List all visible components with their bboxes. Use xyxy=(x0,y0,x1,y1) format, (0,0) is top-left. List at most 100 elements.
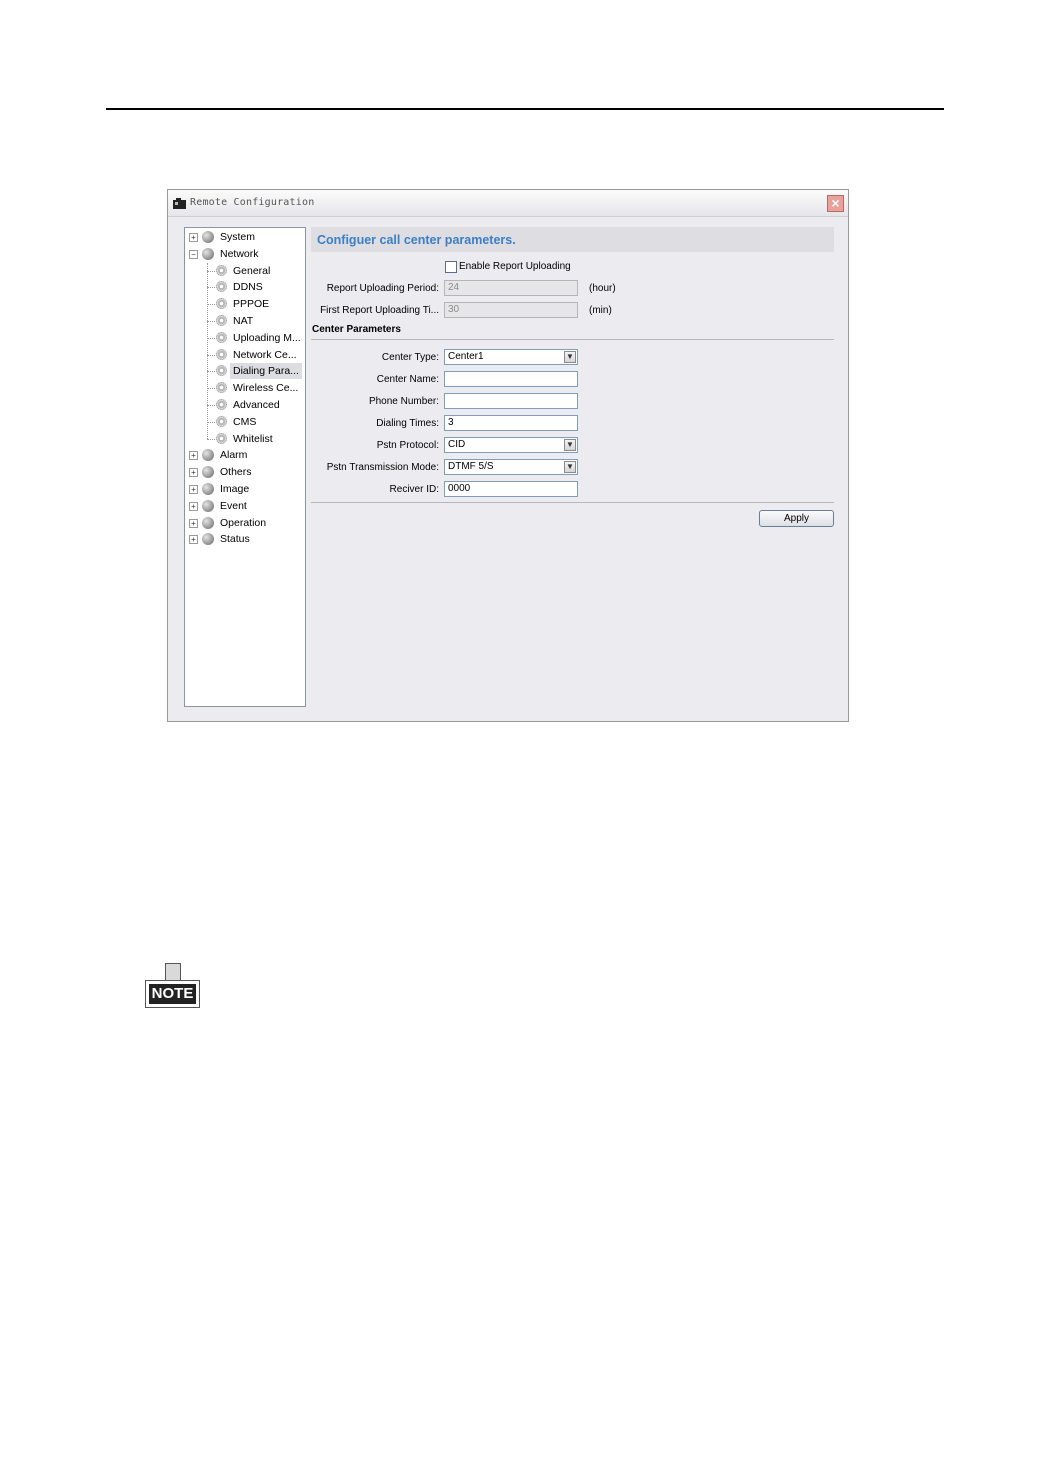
remote-configuration-window: Remote Configuration × + System − Network Ge… xyxy=(167,189,849,722)
note-badge: NOTE xyxy=(145,980,200,1008)
tree-item-label: Event xyxy=(220,499,247,512)
expand-icon[interactable]: + xyxy=(189,233,198,242)
dialing-times-input[interactable]: 3 xyxy=(444,415,578,431)
tree-item-label: Uploading M... xyxy=(233,331,301,344)
tree-item-label: General xyxy=(233,264,271,277)
center-type-select[interactable]: Center1 ▼ xyxy=(444,349,578,365)
expand-icon[interactable]: + xyxy=(189,468,198,478)
page-header-rule xyxy=(106,108,944,110)
pstn-mode-select[interactable]: DTMF 5/S ▼ xyxy=(444,459,578,475)
center-name-input[interactable] xyxy=(444,371,578,387)
tree-item-whitelist[interactable]: Whitelist xyxy=(185,431,303,447)
tree-item-alarm[interactable]: + Alarm xyxy=(185,447,303,463)
close-icon: × xyxy=(831,195,840,211)
globe-icon xyxy=(202,499,214,512)
tree-item-dialing-para[interactable]: Dialing Para... xyxy=(185,363,303,380)
expand-icon[interactable]: + xyxy=(189,501,198,511)
tree-item-label: Whitelist xyxy=(233,432,273,445)
center-name-label: Center Name: xyxy=(376,374,439,385)
tree-item-nat[interactable]: NAT xyxy=(185,313,303,329)
expand-icon[interactable]: + xyxy=(189,535,198,545)
tree-item-operation[interactable]: + Operation xyxy=(185,515,303,531)
config-tree: + System − Network General DDNS PPPOE NAT Upload… xyxy=(184,227,306,707)
tree-item-status[interactable]: + Status xyxy=(185,531,303,547)
tree-branch-line xyxy=(207,304,215,306)
tree-item-system[interactable]: + System xyxy=(185,229,303,245)
reciver-id-input[interactable]: 0000 xyxy=(444,481,578,497)
expand-icon[interactable]: + xyxy=(189,485,198,494)
tree-item-label: Alarm xyxy=(220,449,248,462)
chevron-down-icon[interactable]: ▼ xyxy=(564,461,576,473)
tree-item-label: NAT xyxy=(233,315,254,327)
reciver-id-label: Reciver ID: xyxy=(389,484,439,495)
panel-header: Configuer call center parameters. xyxy=(311,227,834,252)
tree-item-others[interactable]: + Others xyxy=(185,464,303,480)
enable-report-uploading-checkbox[interactable] xyxy=(445,261,457,273)
apply-button[interactable]: Apply xyxy=(759,510,834,527)
tree-branch-line xyxy=(207,438,215,440)
tree-branch-line xyxy=(207,388,215,390)
tree-item-label: Dialing Para... xyxy=(230,363,302,380)
dialing-parameters-panel: Configuer call center parameters. Enable… xyxy=(311,227,834,707)
first-report-field: 30 xyxy=(444,302,578,318)
tree-item-wireless-ce[interactable]: Wireless Ce... xyxy=(185,380,303,396)
window-titlebar[interactable]: Remote Configuration × xyxy=(168,190,848,217)
tree-branch-line xyxy=(207,421,215,423)
center-type-value: Center1 xyxy=(448,351,484,362)
tree-item-cms[interactable]: CMS xyxy=(185,414,303,430)
report-period-field: 24 xyxy=(444,280,578,296)
tree-item-uploading-m[interactable]: Uploading M... xyxy=(185,330,303,346)
globe-icon xyxy=(202,483,214,495)
pstn-protocol-value: CID xyxy=(448,439,466,450)
collapse-icon[interactable]: − xyxy=(189,249,198,259)
tree-item-label: DDNS xyxy=(233,281,263,294)
tree-item-network-ce[interactable]: Network Ce... xyxy=(185,347,303,363)
pstn-mode-value: DTMF 5/S xyxy=(448,461,494,472)
phone-number-label: Phone Number: xyxy=(368,396,439,407)
tree-item-label: Wireless Ce... xyxy=(233,382,299,395)
globe-icon xyxy=(202,533,214,546)
gear-icon xyxy=(216,382,227,394)
expand-icon[interactable]: + xyxy=(189,518,198,528)
chevron-down-icon[interactable]: ▼ xyxy=(564,439,576,451)
tree-item-label: System xyxy=(220,231,256,243)
globe-icon xyxy=(202,466,214,479)
expand-icon[interactable]: + xyxy=(189,451,198,461)
tree-branch-line xyxy=(207,354,215,356)
panel-header-title: Configuer call center parameters. xyxy=(317,233,516,247)
gear-icon xyxy=(216,415,227,427)
pstn-mode-label: Pstn Transmission Mode: xyxy=(326,462,439,473)
note-icon: NOTE xyxy=(145,963,201,1009)
close-button[interactable]: × xyxy=(827,195,844,212)
tree-branch-line xyxy=(207,287,215,289)
gear-icon xyxy=(216,365,227,377)
tree-item-network[interactable]: − Network xyxy=(185,246,303,262)
tree-item-ddns[interactable]: DDNS xyxy=(185,279,303,295)
tree-item-pppoe[interactable]: PPPOE xyxy=(185,296,303,312)
globe-icon xyxy=(202,449,214,462)
globe-icon xyxy=(202,516,214,529)
tree-item-image[interactable]: + Image xyxy=(185,481,303,497)
tree-item-label: Image xyxy=(220,483,250,495)
pstn-protocol-select[interactable]: CID ▼ xyxy=(444,437,578,453)
section-divider xyxy=(311,339,834,340)
gear-icon xyxy=(216,348,227,360)
gear-icon xyxy=(216,281,227,293)
note-clip-graphic xyxy=(165,963,181,981)
tree-item-general[interactable]: General xyxy=(185,263,303,279)
gear-icon xyxy=(216,315,227,326)
dialing-times-label: Dialing Times: xyxy=(376,418,439,429)
tree-item-label: Network Ce... xyxy=(233,348,297,361)
window-title: Remote Configuration xyxy=(190,197,315,208)
tree-item-label: CMS xyxy=(233,415,257,428)
gear-icon xyxy=(216,331,227,343)
tree-item-advanced[interactable]: Advanced xyxy=(185,397,303,413)
tree-item-event[interactable]: + Event xyxy=(185,498,303,514)
tree-branch-line xyxy=(207,405,215,406)
note-label: NOTE xyxy=(149,984,196,1004)
tree-branch-line xyxy=(207,337,215,339)
tree-item-label: Network xyxy=(220,247,259,260)
chevron-down-icon[interactable]: ▼ xyxy=(564,351,576,363)
phone-number-input[interactable] xyxy=(444,393,578,409)
pstn-protocol-label: Pstn Protocol: xyxy=(376,440,439,451)
